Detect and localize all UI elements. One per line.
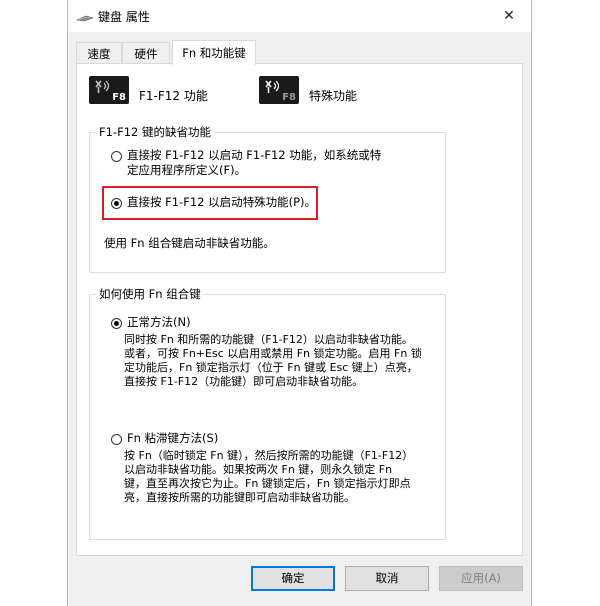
wireless-antenna-icon	[95, 80, 110, 93]
radio-label: 直接按 F1-F12 以启动特殊功能(P)。	[127, 195, 317, 209]
tab-fn-function-keys[interactable]: Fn 和功能键	[172, 40, 256, 65]
keyboard-properties-dialog: 键盘 属性 ✕ 速度 硬件 Fn 和功能键 F8 F1-F12 功能 F8 特殊…	[67, 0, 532, 606]
radio-label: 正常方法(N)	[127, 315, 191, 329]
radio-normal-method[interactable]: 正常方法(N)	[111, 315, 191, 330]
sticky-method-description: 按 Fn（临时锁定 Fn 键），然后按所需的功能键（F1-F12） 以启动非缺省…	[124, 449, 414, 504]
radio-button-selected[interactable]	[111, 318, 122, 329]
radio-special-function[interactable]: 直接按 F1-F12 以启动特殊功能(P)。	[111, 195, 316, 210]
radio-f1-f12-function[interactable]: 直接按 F1-F12 以启动 F1-F12 功能，如系统或特 定应用程序所定义(…	[111, 148, 411, 178]
radio-label: 直接按 F1-F12 以启动 F1-F12 功能，如系统或特 定应用程序所定义(…	[127, 148, 382, 177]
tab-speed[interactable]: 速度	[76, 42, 122, 64]
radio-sticky-method[interactable]: Fn 粘滞键方法(S)	[111, 431, 218, 446]
title-bar: 键盘 属性 ✕	[68, 0, 531, 32]
close-icon: ✕	[503, 8, 515, 24]
group-f1-f12-default: F1-F12 键的缺省功能 直接按 F1-F12 以启动 F1-F12 功能，如…	[89, 124, 446, 273]
radio-button[interactable]	[111, 151, 122, 162]
special-function-label: 特殊功能	[309, 89, 358, 103]
f8-key-label: F8	[282, 92, 296, 103]
group-title-fn-combo: 如何使用 Fn 组合键	[96, 286, 204, 302]
fn-key-f8-image: F8	[89, 76, 129, 104]
wireless-antenna-icon	[265, 80, 280, 93]
tab-panel-fn: F8 F1-F12 功能 F8 特殊功能 F1-F12 键的缺省功能 直接按 F…	[76, 63, 523, 556]
radio-button[interactable]	[111, 434, 122, 445]
radio-button-selected[interactable]	[111, 198, 122, 209]
normal-method-description: 同时按 Fn 和所需的功能键（F1-F12）以启动非缺省功能。 或者，可按 Fn…	[124, 333, 422, 388]
apply-button[interactable]: 应用(A)	[439, 566, 523, 591]
fn-combo-note: 使用 Fn 组合键启动非缺省功能。	[104, 236, 275, 250]
ok-button[interactable]: 确定	[251, 566, 335, 591]
window-title: 键盘 属性	[98, 10, 150, 24]
close-button[interactable]: ✕	[487, 0, 531, 32]
group-fn-combo-usage: 如何使用 Fn 组合键 正常方法(N) 同时按 Fn 和所需的功能键（F1-F1…	[89, 286, 446, 540]
tab-hardware[interactable]: 硬件	[122, 42, 170, 64]
special-key-f8-image: F8	[259, 76, 299, 104]
cancel-button[interactable]: 取消	[345, 566, 429, 591]
keyboard-icon	[75, 11, 95, 22]
radio-label: Fn 粘滞键方法(S)	[127, 431, 219, 445]
f8-key-label: F8	[112, 92, 126, 103]
f1-f12-function-label: F1-F12 功能	[139, 89, 208, 103]
group-title-f1-f12-default: F1-F12 键的缺省功能	[96, 124, 214, 140]
